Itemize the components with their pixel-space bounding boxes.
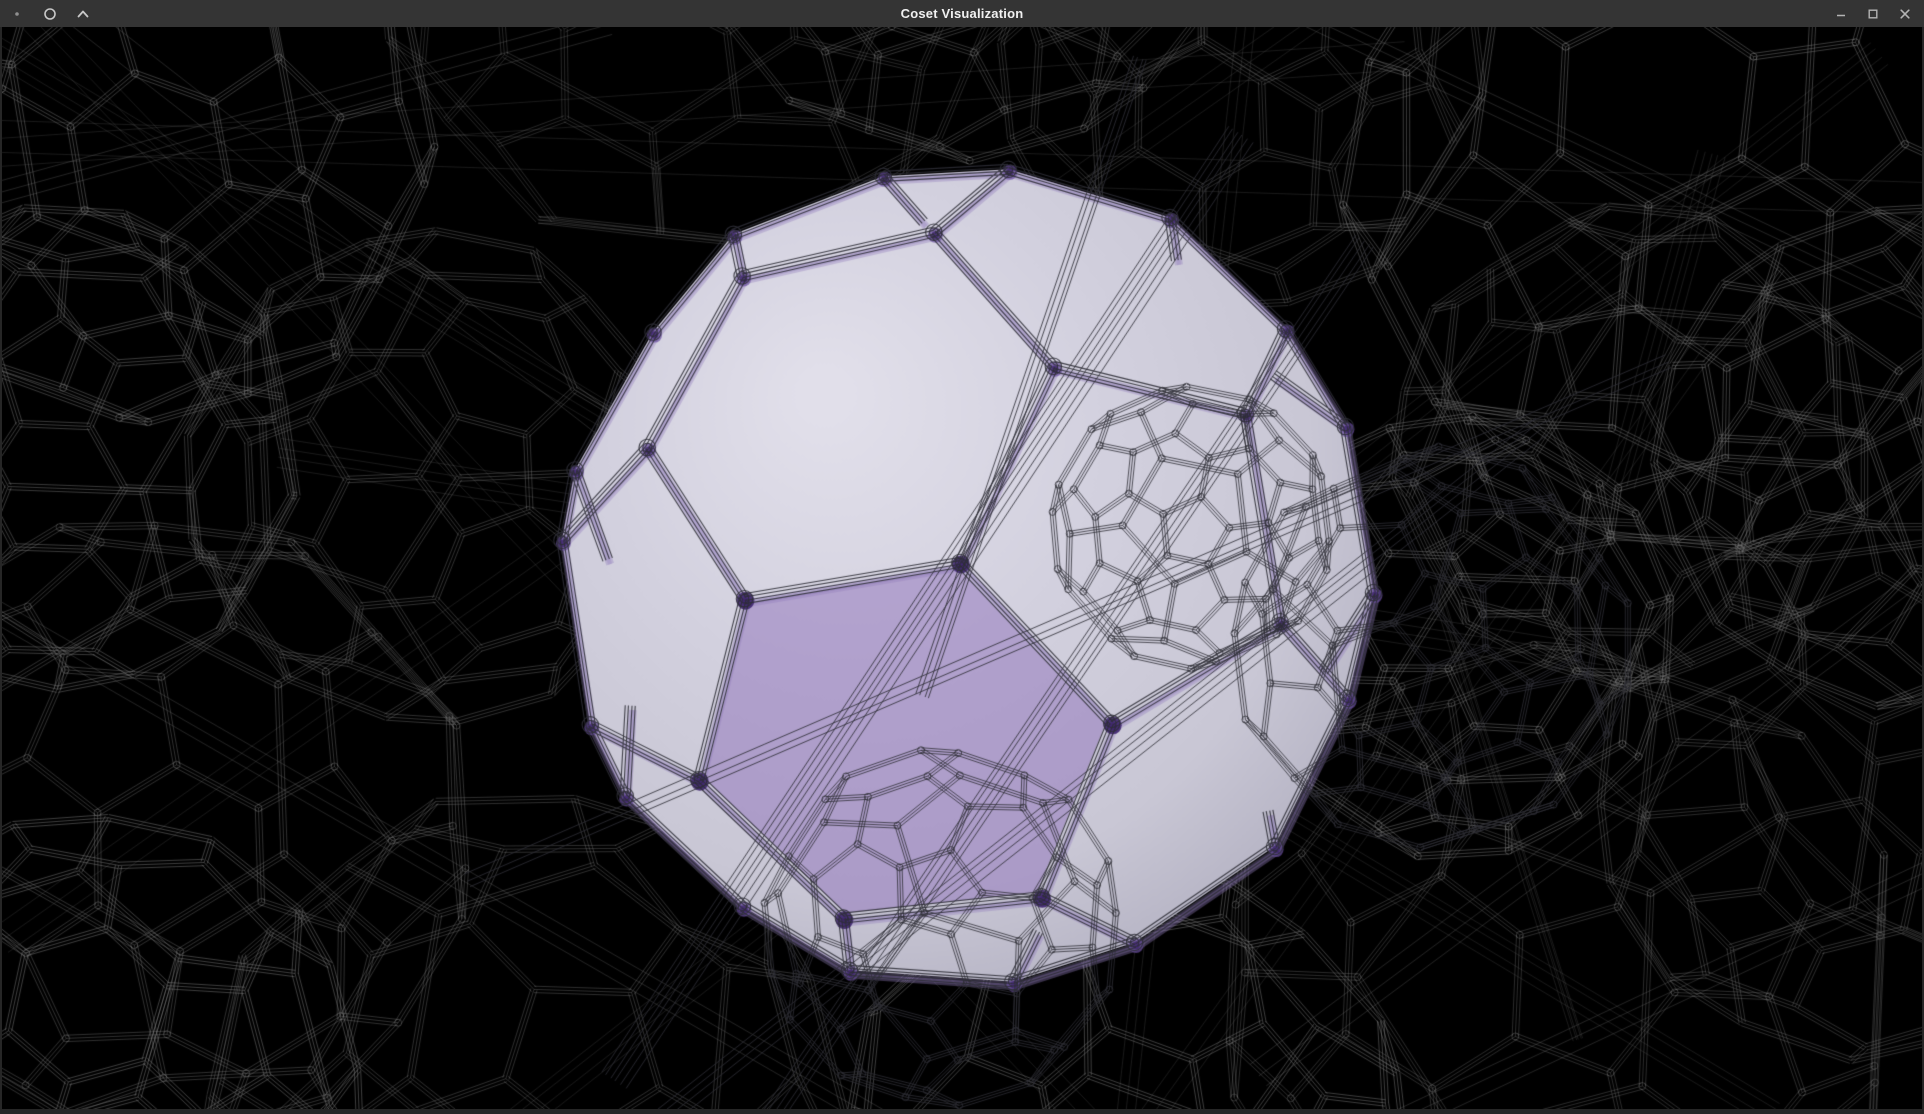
record-circle-icon[interactable] <box>43 7 57 21</box>
titlebar-left-icons <box>0 7 90 21</box>
window-frame-bottom <box>0 1109 1924 1114</box>
minimize-button[interactable] <box>1834 7 1848 21</box>
titlebar[interactable]: Coset Visualization <box>0 0 1924 27</box>
app-dot-icon <box>10 7 24 21</box>
window-title: Coset Visualization <box>0 0 1924 27</box>
chevron-up-icon[interactable] <box>76 7 90 21</box>
viewport-frame <box>0 27 1924 1109</box>
window-controls <box>1834 7 1924 21</box>
app-window: Coset Visualization <box>0 0 1924 1114</box>
close-button[interactable] <box>1898 7 1912 21</box>
coset-3d-viewport[interactable] <box>2 27 1922 1109</box>
maximize-button[interactable] <box>1866 7 1880 21</box>
